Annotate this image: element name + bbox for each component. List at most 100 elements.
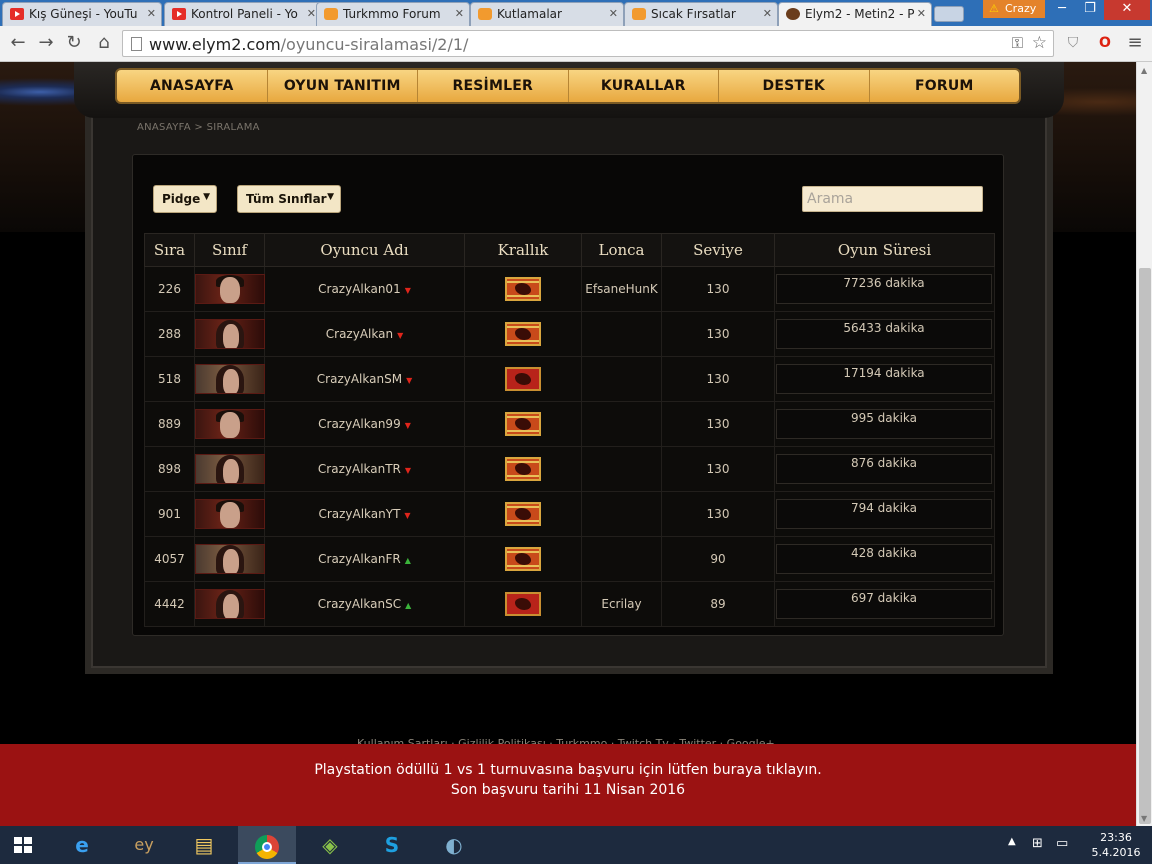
rank-cell: 4057 [144,536,195,582]
tab-1[interactable]: Kontrol Paneli - Yo ✕ [164,2,322,26]
table-row[interactable]: 901 CrazyAlkanYT ▼ 130 794 dakika [144,491,995,537]
playtime-value: 995 dakika [776,409,992,439]
shield-extension-icon[interactable]: ⛉ [1062,32,1084,54]
playtime-cell: 794 dakika [774,491,995,537]
nav-item-kurallar[interactable]: KURALLAR [569,70,719,102]
tab-3[interactable]: Kutlamalar ✕ [470,2,624,26]
player-name-cell[interactable]: CrazyAlkanFR ▲ [264,536,465,582]
scroll-down-icon[interactable]: ▼ [1141,814,1147,823]
player-name[interactable]: CrazyAlkanSC [318,597,401,611]
tab-2[interactable]: Turkmmo Forum ✕ [316,2,470,26]
key-icon[interactable]: ⚿ [1012,34,1023,52]
bluestacks-icon[interactable]: ◈ [306,826,354,864]
new-tab-button[interactable] [934,6,964,22]
tournament-banner[interactable]: Playstation ödüllü 1 vs 1 turnuvasına ba… [0,744,1136,826]
table-row[interactable]: 518 CrazyAlkanSM ▼ 130 17194 dakika [144,356,995,402]
elym2-launcher-icon[interactable]: ey [120,826,168,864]
page-scrollbar[interactable]: ▲ ▼ [1136,62,1152,826]
opera-extension-icon[interactable]: O [1094,32,1116,54]
minimize-button[interactable]: ─ [1048,0,1076,20]
player-name-cell[interactable]: CrazyAlkanSM ▼ [264,356,465,402]
nav-item-anasayfa[interactable]: ANASAYFA [117,70,268,102]
close-icon[interactable]: ✕ [609,7,618,20]
network-icon[interactable]: ⊞ [1032,836,1043,851]
forward-icon[interactable]: → [34,31,58,55]
level-cell: 130 [661,491,775,537]
scrollbar-thumb[interactable] [1139,268,1151,824]
skype-icon[interactable]: S [364,826,420,864]
level-cell: 130 [661,446,775,492]
table-row[interactable]: 288 CrazyAlkan ▼ 130 56433 dakika [144,311,995,357]
playtime-cell: 77236 dakika [774,266,995,312]
kingdom-flag-icon [505,457,541,481]
app-icon[interactable]: ◐ [426,826,482,864]
close-icon[interactable]: ✕ [763,7,772,20]
level-cell: 90 [661,536,775,582]
close-icon[interactable]: ✕ [147,7,156,20]
tray-expand-icon[interactable]: ▲ [1008,836,1016,847]
close-icon[interactable]: ✕ [307,7,316,20]
player-name[interactable]: CrazyAlkan [326,327,393,341]
player-name-cell[interactable]: CrazyAlkan ▼ [264,311,465,357]
nav-item-forum[interactable]: FORUM [870,70,1020,102]
player-name-cell[interactable]: CrazyAlkanYT ▼ [264,491,465,537]
breadcrumb[interactable]: ANASAYFA > SIRALAMA [137,122,260,133]
table-row[interactable]: 4442 CrazyAlkanSC ▲ Ecrilay 89 697 dakika [144,581,995,627]
tab-title: Sıcak Fırsatlar [651,7,736,21]
tab-0[interactable]: Kış Güneşi - YouTu ✕ [2,2,162,26]
search-input[interactable] [802,186,983,212]
tab-bar: Kış Güneşi - YouTu ✕ Kontrol Paneli - Yo… [0,0,1152,26]
player-name[interactable]: CrazyAlkanFR [318,552,401,566]
kingdom-cell [464,446,582,492]
player-name[interactable]: CrazyAlkanYT [318,507,400,521]
banner-line-1: Playstation ödüllü 1 vs 1 turnuvasına ba… [314,762,822,778]
scroll-up-icon[interactable]: ▲ [1141,66,1147,75]
close-window-button[interactable]: ✕ [1104,0,1150,20]
character-portrait [195,544,265,574]
file-explorer-icon[interactable]: ▤ [180,826,228,864]
banner-line-2: Son başvuru tarihi 11 Nisan 2016 [450,782,686,798]
table-header-row: Sıra Sınıf Oyuncu Adı Krallık Lonca Sevi… [144,233,995,267]
tab-5-active[interactable]: Elym2 - Metin2 - P ✕ [778,2,932,26]
player-name[interactable]: CrazyAlkanTR [318,462,401,476]
player-name[interactable]: CrazyAlkanSM [317,372,402,386]
table-row[interactable]: 4057 CrazyAlkanFR ▲ 90 428 dakika [144,536,995,582]
table-row[interactable]: 889 CrazyAlkan99 ▼ 130 995 dakika [144,401,995,447]
maximize-button[interactable]: ❐ [1076,0,1104,20]
column-header-class: Sınıf [194,233,265,267]
start-button[interactable] [0,826,50,864]
profile-button[interactable]: ⚠ Crazy [983,0,1045,18]
class-select[interactable]: Tüm Sınıflar ▼ [237,185,341,213]
close-icon[interactable]: ✕ [917,7,926,20]
reload-icon[interactable]: ↻ [62,31,86,55]
system-clock[interactable]: 23:36 5.4.2016 [1086,830,1146,860]
menu-icon[interactable]: ≡ [1124,32,1146,54]
address-bar[interactable]: www.elym2.com/oyuncu-siralamasi/2/1/ ⚿ ☆ [122,30,1054,57]
class-cell [194,581,265,627]
player-name-cell[interactable]: CrazyAlkanSC ▲ [264,581,465,627]
kingdom-flag-icon [505,592,541,616]
bookmark-star-icon[interactable]: ☆ [1032,33,1047,53]
nav-item-destek[interactable]: DESTEK [719,70,870,102]
trend-up-icon: ▲ [405,601,412,610]
player-name[interactable]: CrazyAlkan99 [318,417,401,431]
back-icon[interactable]: ← [6,31,30,55]
player-name-cell[interactable]: CrazyAlkan99 ▼ [264,401,465,447]
close-icon[interactable]: ✕ [455,7,464,20]
guild-cell [581,401,662,447]
guild-cell [581,491,662,537]
player-name[interactable]: CrazyAlkan01 [318,282,401,296]
player-name-cell[interactable]: CrazyAlkan01 ▼ [264,266,465,312]
internet-explorer-icon[interactable]: e [58,826,106,864]
table-row[interactable]: 226 CrazyAlkan01 ▼ EfsaneHunK 130 77236 dakik… [144,266,995,312]
nav-item-resimler[interactable]: RESİMLER [418,70,569,102]
table-row[interactable]: 898 CrazyAlkanTR ▼ 130 876 dakika [144,446,995,492]
player-name-cell[interactable]: CrazyAlkanTR ▼ [264,446,465,492]
tab-4[interactable]: Sıcak Fırsatlar ✕ [624,2,778,26]
notification-icon[interactable]: ▭ [1056,836,1068,851]
rankings-panel: Pidge ▼ Tüm Sınıflar ▼ Sıra Sınıf Oyuncu… [132,154,1004,636]
server-select[interactable]: Pidge ▼ [153,185,217,213]
home-icon[interactable]: ⌂ [92,31,116,55]
nav-item-oyun-tanitim[interactable]: OYUN TANITIM [268,70,418,102]
chrome-icon[interactable] [238,826,296,864]
